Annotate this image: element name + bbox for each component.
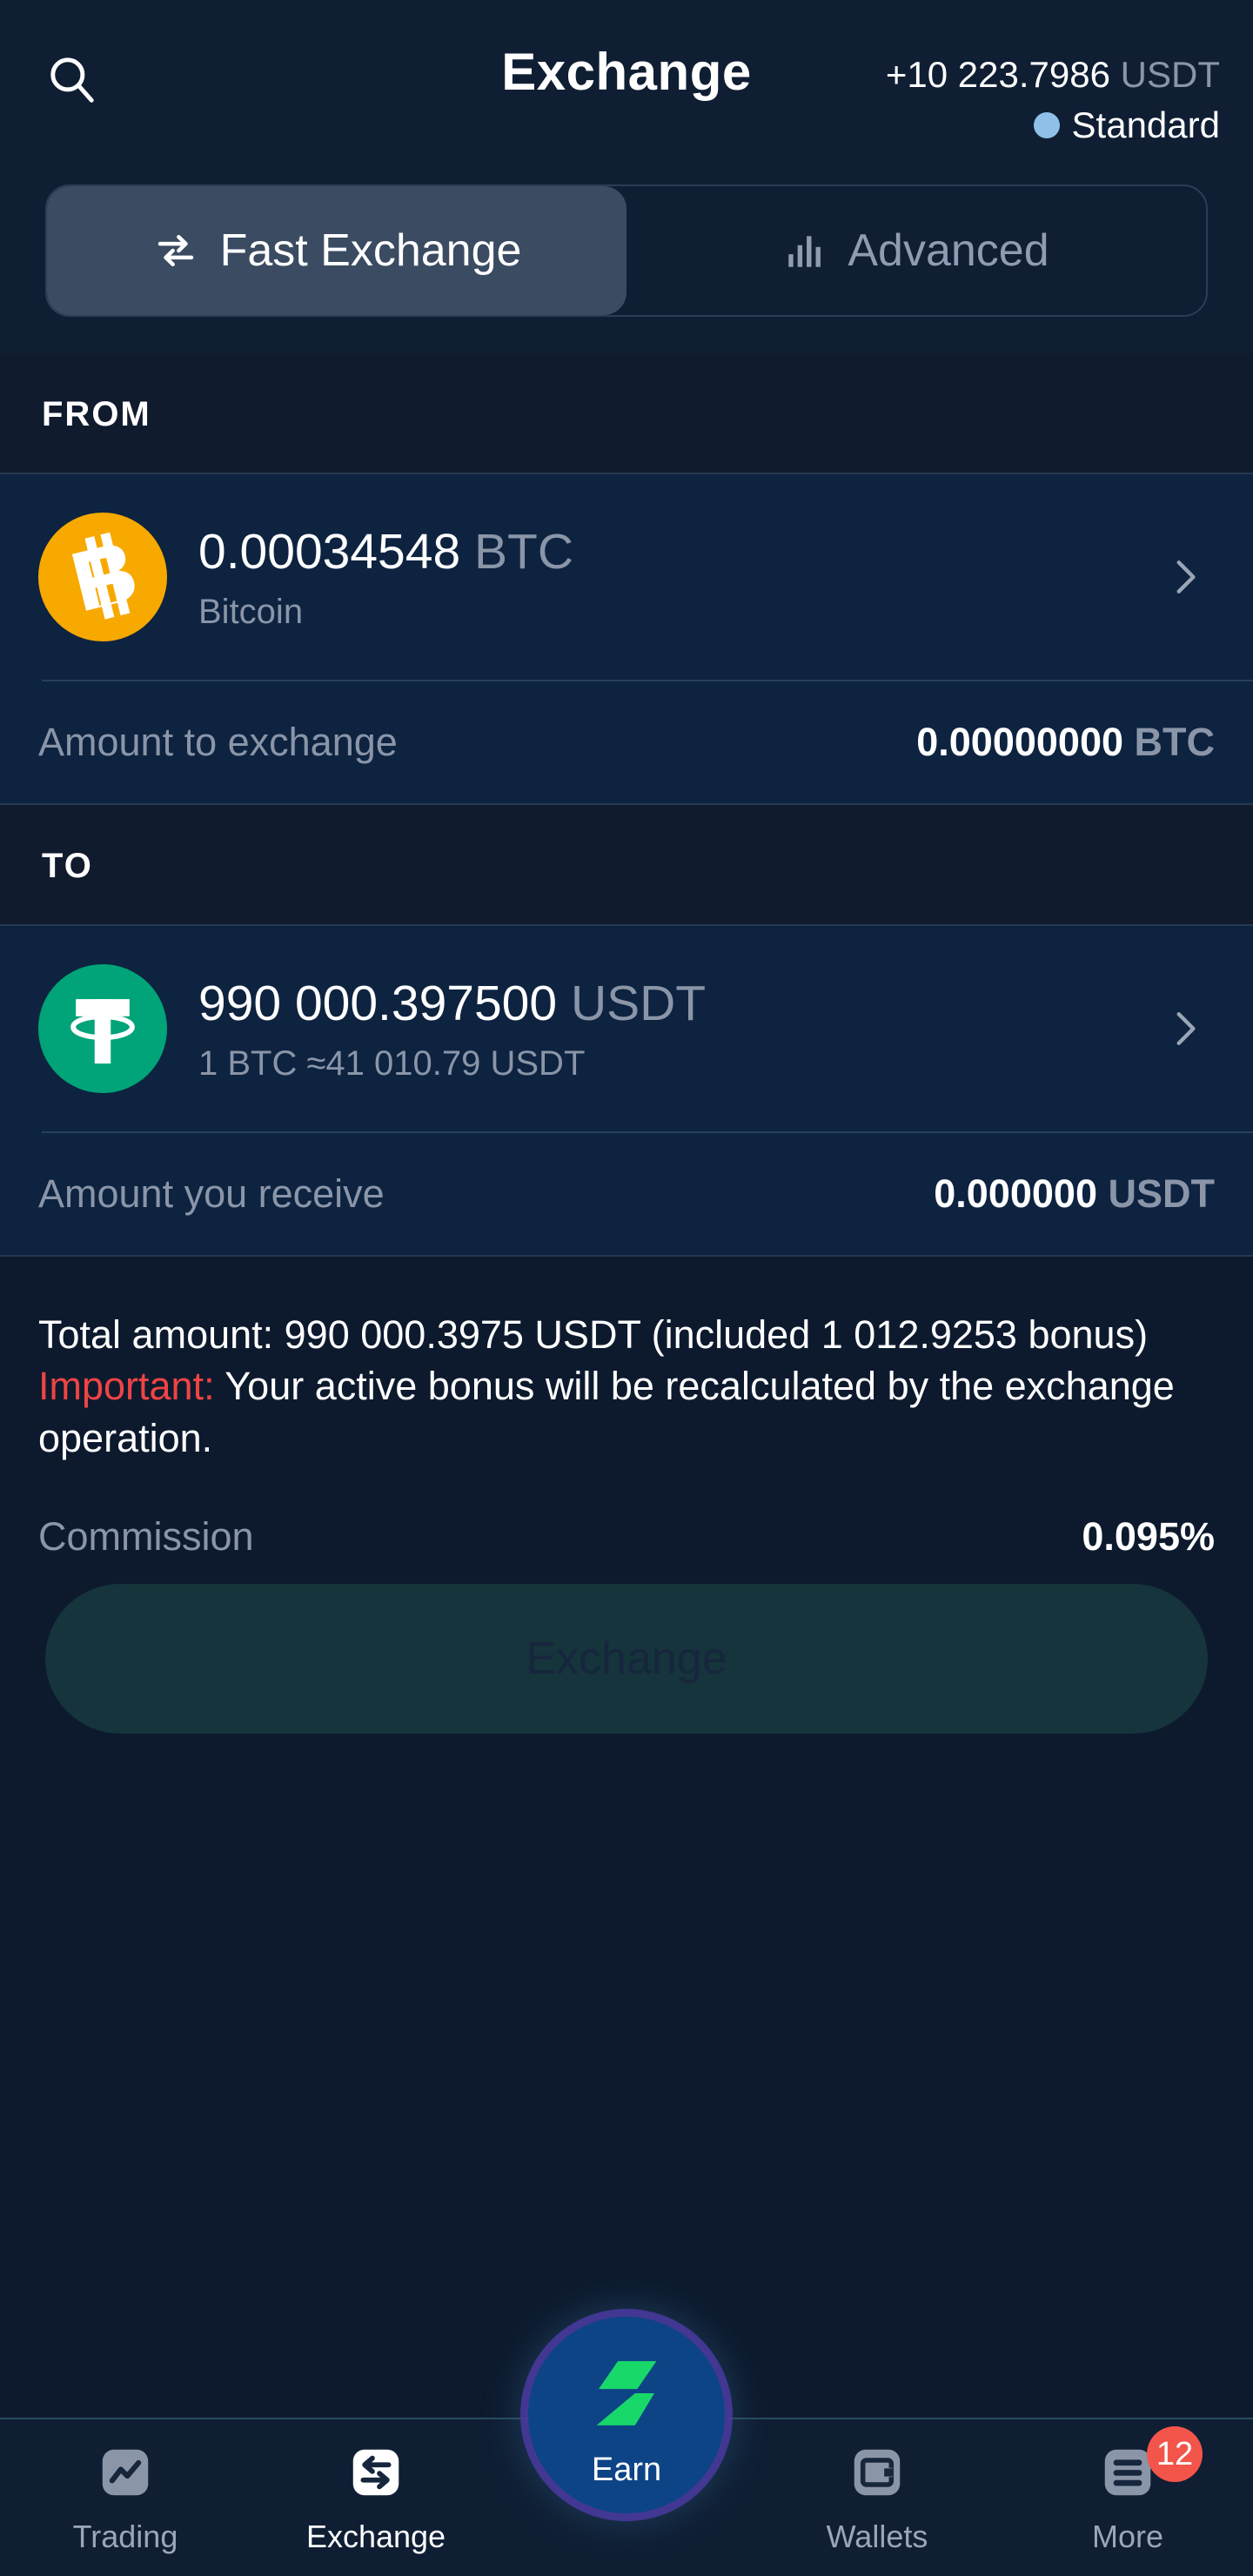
amount-you-receive-value: 0.000000 USDT (934, 1171, 1215, 1217)
amount-you-receive-unit: USDT (1108, 1171, 1216, 1216)
swap-arrows-icon (157, 235, 193, 266)
nav-item-trading[interactable]: Trading (0, 2419, 251, 2555)
to-coin-symbol: USDT (570, 975, 707, 1031)
exchange-button-container: Exchange (0, 1560, 1253, 1734)
tab-advanced[interactable]: Advanced (626, 186, 1206, 315)
plan-dot-icon (1033, 112, 1060, 138)
from-coin-name: Bitcoin (198, 592, 304, 631)
tether-icon (38, 964, 167, 1093)
to-chevron-right-icon[interactable] (1154, 1007, 1215, 1050)
more-badge: 12 (1147, 2426, 1203, 2482)
commission-label: Commission (38, 1514, 254, 1560)
mode-tabs: Fast Exchange Advanced (45, 184, 1208, 317)
nav-label-exchange: Exchange (305, 2519, 446, 2554)
nav-label-trading: Trading (72, 2519, 178, 2554)
wallet-icon (847, 2442, 908, 2503)
bar-chart-icon (788, 236, 821, 267)
earn-label: Earn (591, 2451, 662, 2488)
nav-item-more[interactable]: 12 More (1002, 2419, 1253, 2555)
exchange-button[interactable]: Exchange (45, 1584, 1208, 1734)
nav-label-more: More (1091, 2519, 1164, 2554)
search-icon (50, 57, 94, 103)
total-amount-text: Total amount: 990 000.3975 USDT (include… (38, 1312, 1149, 1357)
important-notice: Important: Your active bonus will be rec… (38, 1360, 1215, 1464)
from-coin-balance: 0.00034548 BTC (198, 523, 1122, 580)
balance-value: +10 223.7986 (885, 54, 1110, 95)
bottom-navbar: Trading Exchange Wallets 12 More Earn (0, 2317, 1253, 2576)
commission-value: 0.095% (1082, 1514, 1215, 1560)
amount-to-exchange-label: Amount to exchange (38, 720, 398, 764)
nav-item-exchange[interactable]: Exchange (251, 2419, 501, 2555)
to-coin-balance: 990 000.397500 USDT (198, 975, 1122, 1032)
to-coin-rate: 1 BTC ≈41 010.79 USDT (198, 1043, 586, 1083)
from-coin-texts: 0.00034548 BTC Bitcoin (198, 523, 1122, 632)
amount-to-exchange-number: 0.00000000 (916, 720, 1123, 764)
from-coin-amount: 0.00034548 (198, 523, 461, 580)
amount-you-receive-row[interactable]: Amount you receive 0.000000 USDT (0, 1133, 1253, 1255)
amount-to-exchange-row[interactable]: Amount to exchange 0.00000000 BTC (0, 681, 1253, 803)
amount-to-exchange-value: 0.00000000 BTC (916, 720, 1215, 765)
nav-label-wallets: Wallets (826, 2519, 928, 2554)
balance-amount: +10 223.7986 USDT (886, 54, 1220, 96)
from-chevron-right-icon[interactable] (1154, 555, 1215, 599)
swap-arrows-icon (345, 2442, 406, 2503)
bitcoin-icon (38, 513, 167, 641)
tab-fast-exchange[interactable]: Fast Exchange (47, 186, 626, 315)
summary-block: Total amount: 990 000.3975 USDT (include… (0, 1257, 1253, 1465)
to-coin-amount: 990 000.397500 (198, 975, 558, 1031)
chart-line-icon (95, 2442, 156, 2503)
to-coin-selector[interactable]: 990 000.397500 USDT 1 BTC ≈41 010.79 USD… (0, 926, 1253, 1131)
from-coin-symbol: BTC (474, 523, 573, 580)
amount-you-receive-label: Amount you receive (38, 1171, 385, 1216)
nav-item-wallets[interactable]: Wallets (752, 2419, 1002, 2555)
app-screen: Exchange +10 223.7986 USDT Standard Fast… (0, 0, 1253, 2576)
to-section-label: TO (0, 805, 1253, 924)
balance-currency: USDT (1120, 54, 1220, 95)
to-panel: 990 000.397500 USDT 1 BTC ≈41 010.79 USD… (0, 926, 1253, 1255)
amount-you-receive-number: 0.000000 (934, 1171, 1097, 1216)
header: Exchange +10 223.7986 USDT Standard (0, 0, 1253, 174)
search-button[interactable] (33, 40, 111, 118)
from-section-label: FROM (0, 353, 1253, 473)
commission-row: Commission 0.095% (0, 1464, 1253, 1560)
mode-tabs-container: Fast Exchange Advanced (0, 174, 1253, 353)
amount-to-exchange-unit: BTC (1134, 720, 1215, 764)
from-coin-selector[interactable]: 0.00034548 BTC Bitcoin (0, 474, 1253, 680)
plan-label: Standard (1071, 104, 1220, 145)
important-prefix: Important: (38, 1364, 215, 1409)
lightning-bolt-icon (596, 2360, 657, 2425)
earn-button[interactable]: Earn (528, 2317, 725, 2513)
tab-advanced-label: Advanced (848, 225, 1049, 276)
balance-block[interactable]: +10 223.7986 USDT Standard (886, 35, 1220, 146)
from-panel: 0.00034548 BTC Bitcoin Amount to exchang… (0, 474, 1253, 803)
to-coin-texts: 990 000.397500 USDT 1 BTC ≈41 010.79 USD… (198, 975, 1122, 1083)
tab-fast-exchange-label: Fast Exchange (219, 225, 522, 276)
plan-badge[interactable]: Standard (886, 104, 1220, 146)
